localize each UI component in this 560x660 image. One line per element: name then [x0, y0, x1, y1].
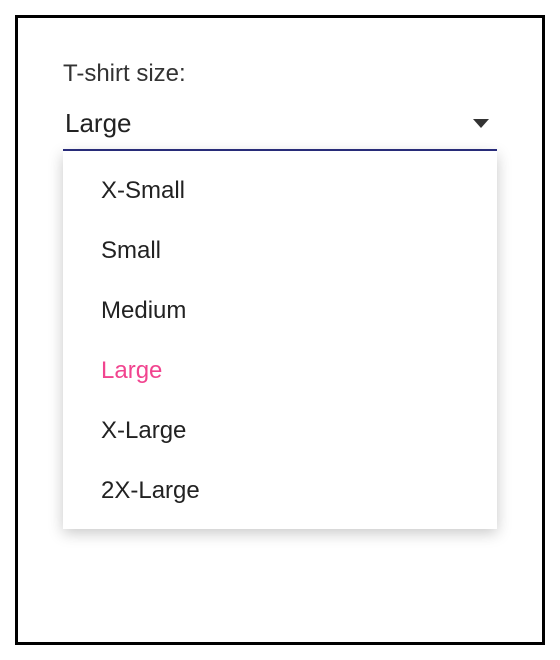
- option-2x-large[interactable]: 2X-Large: [63, 461, 497, 521]
- select-current-value: Large: [65, 108, 132, 139]
- dropdown-panel: X-Small Small Medium Large X-Large 2X-La…: [63, 151, 497, 529]
- option-x-large[interactable]: X-Large: [63, 401, 497, 461]
- option-medium[interactable]: Medium: [63, 281, 497, 341]
- field-label: T-shirt size:: [63, 60, 497, 88]
- caret-down-icon: [473, 119, 489, 128]
- tshirt-size-select: Large X-Small Small Medium Large X-Large…: [63, 102, 497, 151]
- option-small[interactable]: Small: [63, 221, 497, 281]
- option-x-small[interactable]: X-Small: [63, 161, 497, 221]
- option-large[interactable]: Large: [63, 341, 497, 401]
- card-frame: T-shirt size: Large X-Small Small Medium…: [15, 15, 545, 645]
- select-control[interactable]: Large: [63, 102, 497, 151]
